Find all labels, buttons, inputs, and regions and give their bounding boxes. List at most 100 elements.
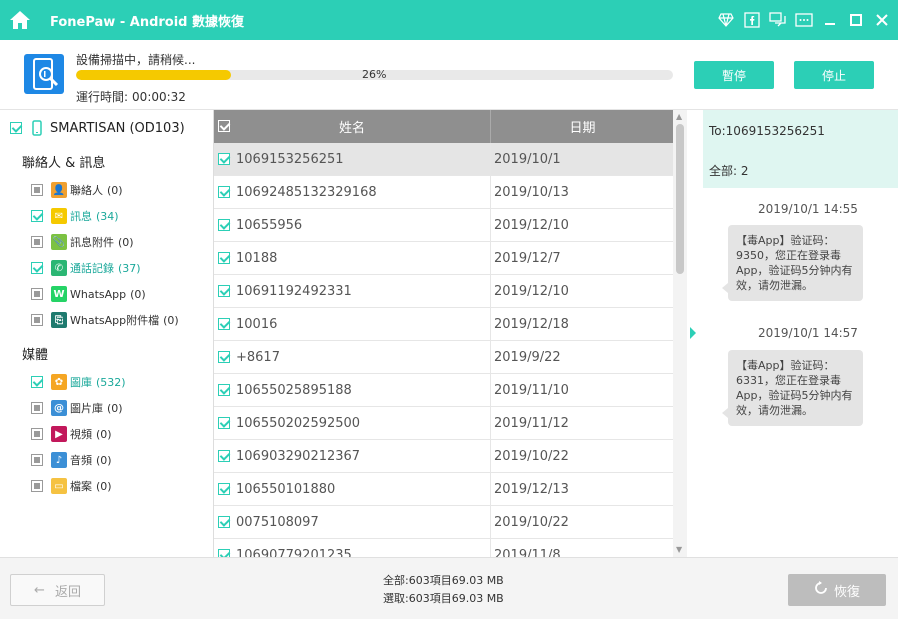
cell-name: 10691192492331 xyxy=(214,275,491,307)
category-checkbox[interactable] xyxy=(31,480,43,492)
category-checkbox[interactable] xyxy=(31,288,43,300)
diamond-icon[interactable] xyxy=(716,10,736,30)
category-checkbox[interactable] xyxy=(31,210,43,222)
cell-name: 0075108097 xyxy=(214,506,491,538)
stop-button[interactable]: 停止 xyxy=(794,61,874,89)
row-checkbox[interactable] xyxy=(218,483,230,495)
row-checkbox[interactable] xyxy=(218,252,230,264)
table-row[interactable]: 10691192492331 2019/12/10 xyxy=(214,275,687,308)
scrollbar-thumb[interactable] xyxy=(676,124,684,274)
message-list-table: 姓名 日期 1069153256251 2019/10/1 106924851323… xyxy=(213,110,687,557)
sidebar-item[interactable]: ✆ 通話記錄 (37) xyxy=(31,258,141,278)
category-label: 視頻 xyxy=(70,428,92,441)
device-checkbox[interactable] xyxy=(10,122,22,134)
cell-name: 1069153256251 xyxy=(214,143,491,175)
row-checkbox[interactable] xyxy=(218,516,230,528)
sidebar-item[interactable]: 👤 聯絡人 (0) xyxy=(31,180,123,200)
message-time: 2019/10/1 14:57 xyxy=(758,326,858,340)
facebook-icon[interactable] xyxy=(742,10,762,30)
table-row[interactable]: 1069153256251 2019/10/1 xyxy=(214,143,687,176)
menu-icon[interactable] xyxy=(794,10,814,30)
recover-label: 恢復 xyxy=(833,584,860,600)
category-icon: W xyxy=(51,286,67,302)
column-name-header[interactable]: 姓名 xyxy=(214,110,491,143)
message-time: 2019/10/1 14:55 xyxy=(758,202,858,216)
category-count: (0) xyxy=(130,287,146,301)
category-checkbox[interactable] xyxy=(31,184,43,196)
table-row[interactable]: 10016 2019/12/18 xyxy=(214,308,687,341)
sidebar-item[interactable]: ▶ 視頻 (0) xyxy=(31,424,112,444)
category-icon: ✿ xyxy=(51,374,67,390)
row-checkbox[interactable] xyxy=(218,351,230,363)
row-checkbox[interactable] xyxy=(218,285,230,297)
pause-button[interactable]: 暫停 xyxy=(694,61,774,89)
sidebar-item[interactable]: ⎘ WhatsApp附件檔 (0) xyxy=(31,310,179,330)
table-row[interactable]: 0075108097 2019/10/22 xyxy=(214,506,687,539)
row-checkbox[interactable] xyxy=(218,186,230,198)
table-row[interactable]: 10655025895188 2019/11/10 xyxy=(214,374,687,407)
scan-status-text: 設備掃描中，請稍候... xyxy=(76,53,196,67)
panel-expand-arrow-icon[interactable] xyxy=(690,327,696,339)
category-checkbox[interactable] xyxy=(31,402,43,414)
table-row[interactable]: 106550202592500 2019/11/12 xyxy=(214,407,687,440)
cell-name: 10016 xyxy=(214,308,491,340)
category-count: (0) xyxy=(107,183,123,197)
scroll-up-icon[interactable]: ▲ xyxy=(676,112,682,121)
close-icon[interactable] xyxy=(872,10,892,30)
sidebar-item[interactable]: @ 圖片庫 (0) xyxy=(31,398,123,418)
category-checkbox[interactable] xyxy=(31,376,43,388)
row-name: 106550101880 xyxy=(236,481,336,497)
row-name: 10655025895188 xyxy=(236,382,352,398)
row-checkbox[interactable] xyxy=(218,153,230,165)
category-checkbox[interactable] xyxy=(31,262,43,274)
sidebar-item[interactable]: ✿ 圖庫 (532) xyxy=(31,372,126,392)
table-body: 1069153256251 2019/10/1 10692485132329168 2… xyxy=(214,143,687,557)
table-row[interactable]: 10690779201235 2019/11/8 xyxy=(214,539,687,557)
device-row[interactable]: SMARTISAN (OD103) xyxy=(10,120,185,136)
maximize-icon[interactable] xyxy=(846,10,866,30)
table-row[interactable]: +8617 2019/9/22 xyxy=(214,341,687,374)
scroll-down-icon[interactable]: ▼ xyxy=(676,545,682,554)
selection-stats: 全部:603項目69.03 MB 選取:603項目69.03 MB xyxy=(383,572,504,608)
category-checkbox[interactable] xyxy=(31,314,43,326)
category-icon: 👤 xyxy=(51,182,67,198)
table-row[interactable]: 10188 2019/12/7 xyxy=(214,242,687,275)
recover-button[interactable]: 恢復 xyxy=(788,574,886,606)
select-all-checkbox[interactable] xyxy=(218,120,230,132)
category-checkbox[interactable] xyxy=(31,454,43,466)
sidebar-item[interactable]: ▭ 檔案 (0) xyxy=(31,476,112,496)
row-checkbox[interactable] xyxy=(218,219,230,231)
minimize-icon[interactable] xyxy=(820,10,840,30)
sidebar-item[interactable]: ✉ 訊息 (34) xyxy=(31,206,119,226)
category-checkbox[interactable] xyxy=(31,236,43,248)
table-scrollbar[interactable]: ▲ ▼ xyxy=(673,110,687,557)
back-button[interactable]: ← 返回 xyxy=(10,574,105,606)
row-checkbox[interactable] xyxy=(218,417,230,429)
table-row[interactable]: 10692485132329168 2019/10/13 xyxy=(214,176,687,209)
cell-name: 106903290212367 xyxy=(214,440,491,472)
sidebar-item[interactable]: ♪ 音頻 (0) xyxy=(31,450,112,470)
row-name: 10016 xyxy=(236,316,278,332)
row-checkbox[interactable] xyxy=(218,450,230,462)
table-row[interactable]: 106903290212367 2019/10/22 xyxy=(214,440,687,473)
category-count: (34) xyxy=(96,209,119,223)
column-name-label: 姓名 xyxy=(338,121,365,136)
category-checkbox[interactable] xyxy=(31,428,43,440)
category-icon: @ xyxy=(51,400,67,416)
sidebar-item[interactable]: W WhatsApp (0) xyxy=(31,284,146,304)
feedback-icon[interactable] xyxy=(768,10,788,30)
cell-name: +8617 xyxy=(214,341,491,373)
cell-date: 2019/10/22 xyxy=(494,514,569,530)
sidebar-item[interactable]: 📎 訊息附件 (0) xyxy=(31,232,134,252)
home-icon[interactable] xyxy=(0,0,40,40)
row-checkbox[interactable] xyxy=(218,384,230,396)
column-date-header[interactable]: 日期 xyxy=(491,110,674,143)
row-name: 106903290212367 xyxy=(236,448,361,464)
cell-date: 2019/12/10 xyxy=(494,217,569,233)
cell-date: 2019/11/12 xyxy=(494,415,569,431)
category-count: (0) xyxy=(118,235,134,249)
table-row[interactable]: 10655956 2019/12/10 xyxy=(214,209,687,242)
row-checkbox[interactable] xyxy=(218,318,230,330)
table-row[interactable]: 106550101880 2019/12/13 xyxy=(214,473,687,506)
row-checkbox[interactable] xyxy=(218,549,230,557)
